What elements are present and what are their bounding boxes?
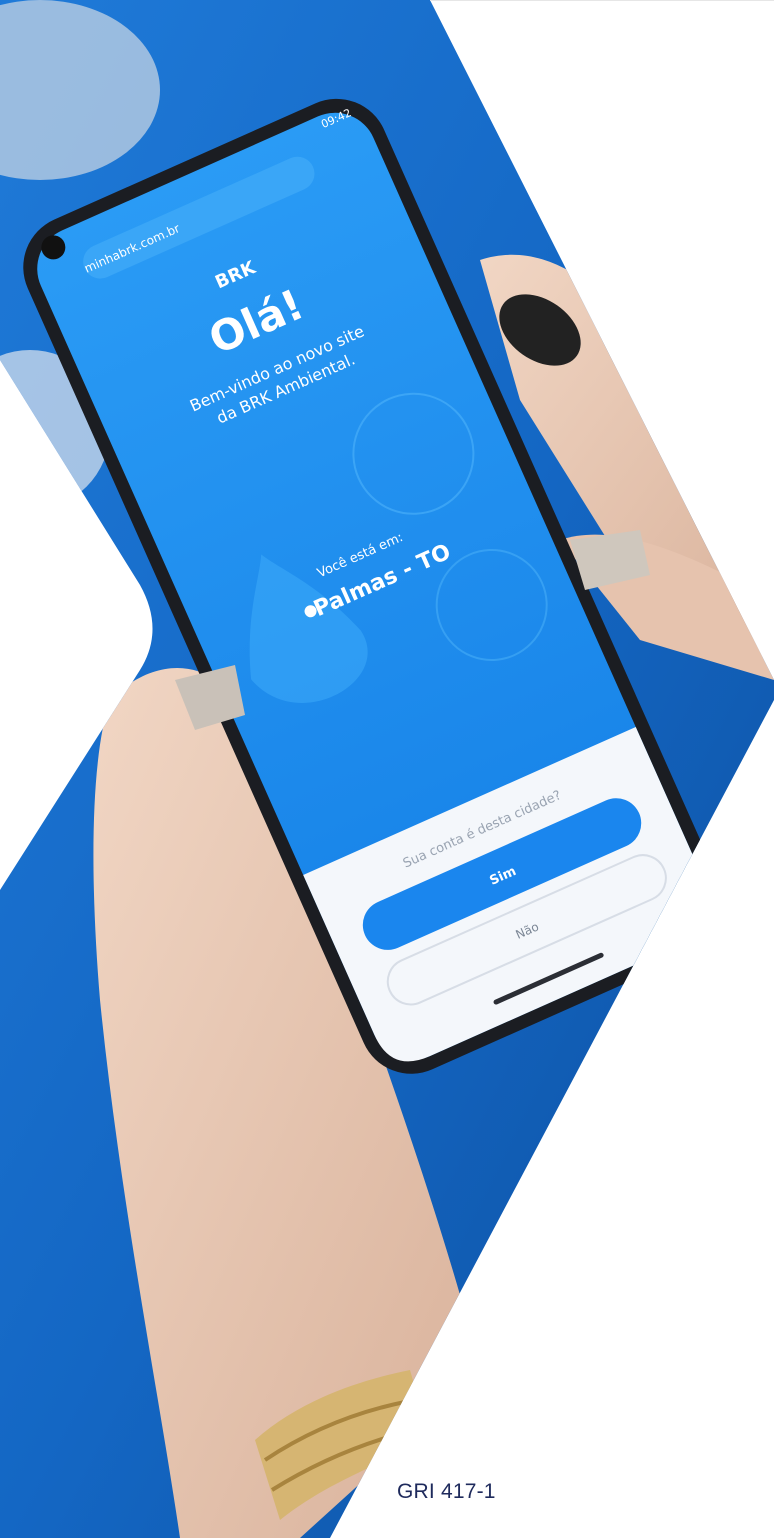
hero-photo: minhabrk.com.br 09:42 BRK Olá! Bem-vindo… bbox=[0, 0, 774, 1538]
gri-code: GRI 417-1 bbox=[397, 1480, 496, 1503]
